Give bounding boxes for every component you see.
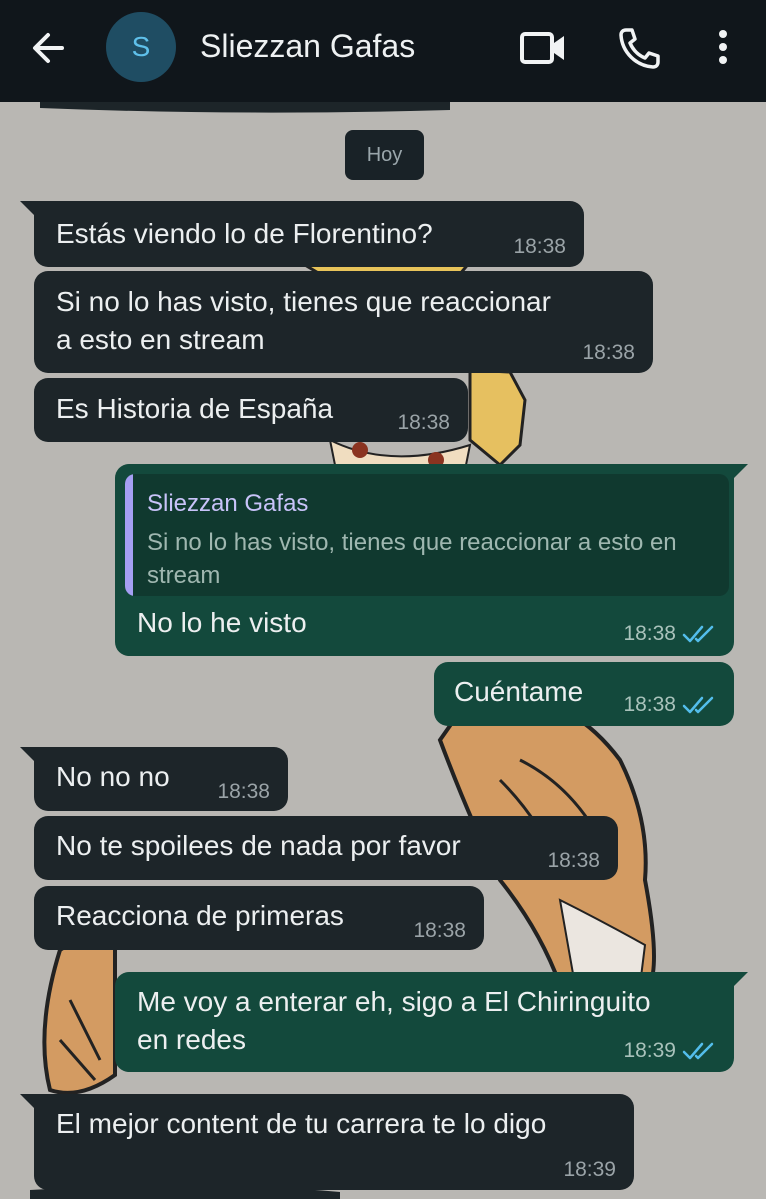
message-bubble-incoming[interactable]: Reacciona de primeras 18:38 xyxy=(34,886,484,950)
date-chip: Hoy xyxy=(345,130,424,180)
message-time: 18:38 xyxy=(623,622,676,645)
contact-name[interactable]: Sliezzan Gafas xyxy=(200,26,415,66)
arrow-left-icon[interactable] xyxy=(28,28,68,68)
message-bubble-incoming[interactable]: No te spoilees de nada por favor 18:38 xyxy=(34,816,618,880)
video-camera-icon[interactable] xyxy=(518,24,568,72)
message-text: Reacciona de primeras xyxy=(56,900,344,931)
message-bubble-incoming[interactable]: Estás viendo lo de Florentino? 18:38 xyxy=(20,201,584,267)
message-text: No no no xyxy=(56,761,170,792)
double-check-icon xyxy=(682,625,714,643)
chat-header: S Sliezzan Gafas xyxy=(0,0,766,102)
message-text: El mejor content de tu carrera te lo dig… xyxy=(56,1108,547,1139)
phone-icon[interactable] xyxy=(612,24,662,72)
message-time: 18:38 xyxy=(623,693,676,716)
message-bubble-incoming[interactable]: El mejor content de tu carrera te lo dig… xyxy=(20,1094,634,1190)
message-time: 18:38 xyxy=(217,780,270,803)
message-time: 18:38 xyxy=(547,849,600,872)
message-text: Estás viendo lo de Florentino? xyxy=(56,218,433,249)
message-bubble-outgoing[interactable]: Cuéntame 18:38 xyxy=(434,662,734,726)
message-text: No te spoilees de nada por favor xyxy=(56,830,461,861)
message-text: No lo he visto xyxy=(137,607,307,638)
message-time: 18:38 xyxy=(513,235,566,258)
message-bubble-incoming[interactable]: Si no lo has visto, tienes que reacciona… xyxy=(34,271,653,373)
message-bubble-incoming[interactable]: Es Historia de España 18:38 xyxy=(34,378,468,442)
more-vertical-icon[interactable] xyxy=(700,24,750,72)
message-bubble-incoming[interactable]: No no no 18:38 xyxy=(20,747,288,811)
reply-quote[interactable]: Sliezzan Gafas Si no lo has visto, tiene… xyxy=(125,474,729,596)
message-bubble-outgoing[interactable]: Me voy a enterar eh, sigo a El Chiringui… xyxy=(115,972,748,1072)
message-time: 18:38 xyxy=(413,919,466,942)
message-time: 18:39 xyxy=(563,1158,616,1181)
quote-text: Si no lo has visto, tienes que reacciona… xyxy=(147,529,677,589)
message-text: Es Historia de España xyxy=(56,393,334,424)
double-check-icon xyxy=(682,696,714,714)
message-time: 18:38 xyxy=(582,341,635,364)
message-bubble-outgoing[interactable]: Sliezzan Gafas Si no lo has visto, tiene… xyxy=(115,464,748,656)
message-text: Si no lo has visto, tienes que reacciona… xyxy=(56,286,551,355)
quote-sender: Sliezzan Gafas xyxy=(147,490,309,517)
message-time: 18:39 xyxy=(623,1039,676,1062)
message-time: 18:38 xyxy=(397,411,450,434)
avatar[interactable]: S xyxy=(106,12,176,82)
double-check-icon xyxy=(682,1042,714,1060)
message-text: Me voy a enterar eh, sigo a El Chiringui… xyxy=(137,986,651,1055)
quote-accent-bar xyxy=(125,474,133,596)
message-text: Cuéntame xyxy=(454,676,584,707)
